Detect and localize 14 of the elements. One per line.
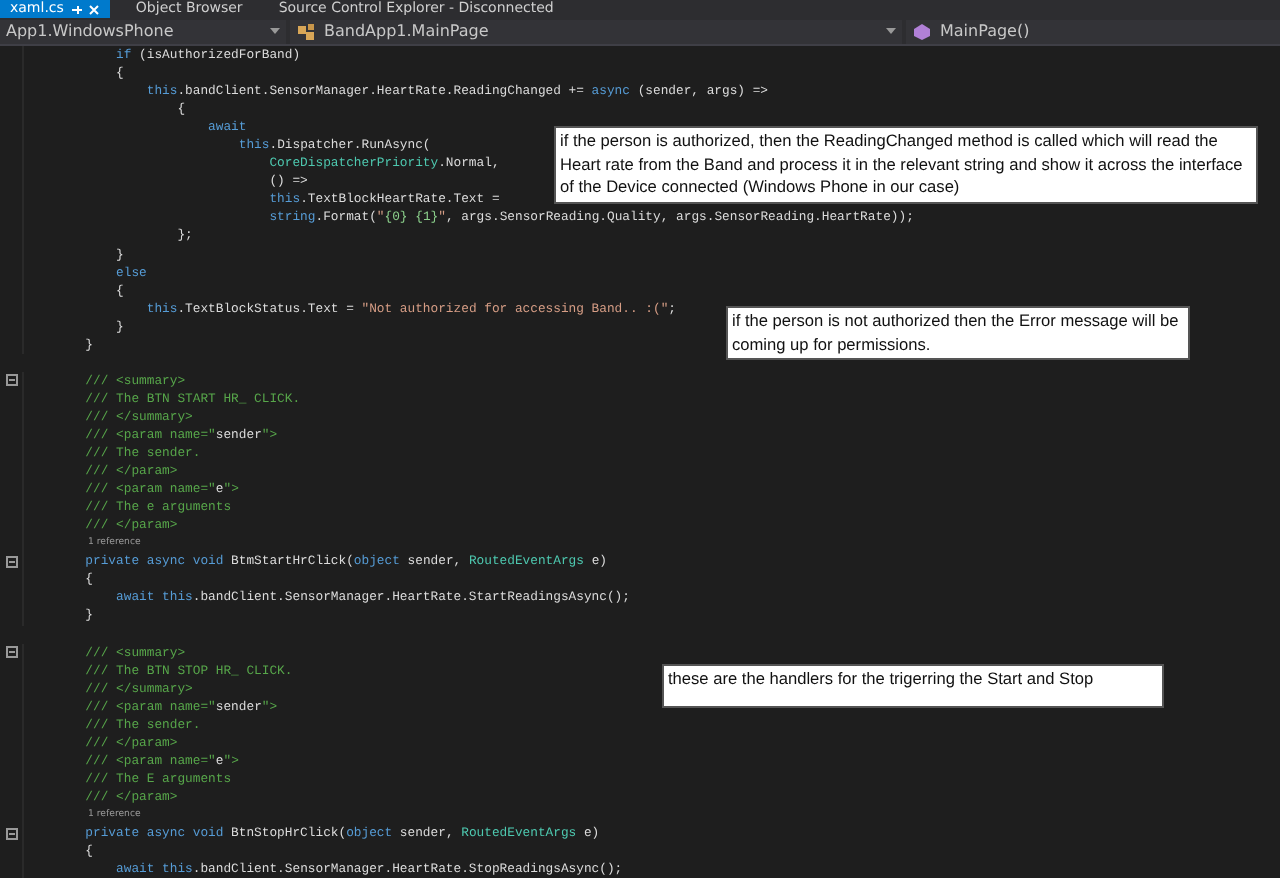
navigation-dropdown[interactable]: MainPage(): [906, 19, 1280, 43]
navigation-dropdown[interactable]: App1.WindowsPhone: [0, 19, 286, 43]
collapse-icon: [6, 827, 18, 840]
caret-icon: [270, 28, 280, 34]
caret-icon: [886, 28, 896, 34]
annotation-note: if the person is not authorized then the Error message will be coming up for permissions.: [726, 306, 1190, 361]
close-icon: [87, 3, 100, 15]
collapse-icon: [6, 374, 18, 387]
collapse-icon: [6, 646, 18, 659]
annotation-note: if the person is authorized, then the ReadingChanged method is called which will read the Heart rate from the Band and process it in the relevant string and show it across the interface of the Device connected (Windows Phone in our case): [554, 126, 1258, 204]
class-icon: [296, 21, 316, 41]
collapse-icon: [6, 555, 18, 568]
annotation-note: these are the handlers for the trigerring the Start and Stop: [662, 664, 1164, 708]
navigation-dropdown[interactable]: BandApp1.MainPage: [290, 19, 902, 43]
